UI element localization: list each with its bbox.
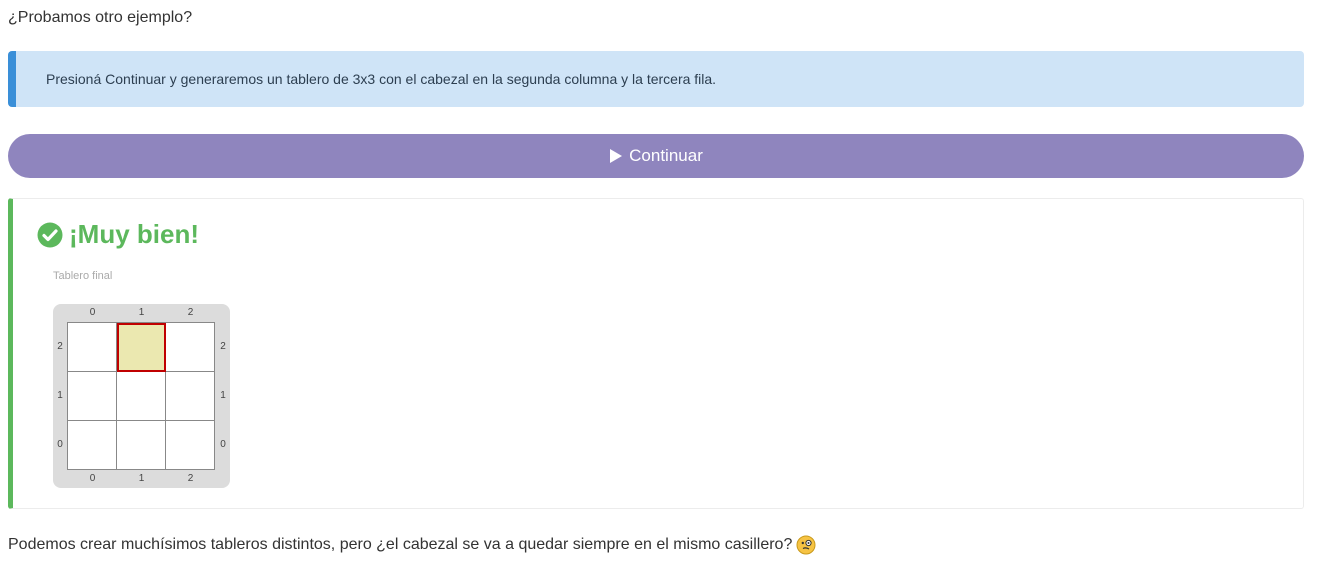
board-cell — [68, 323, 117, 372]
board-cell — [68, 372, 117, 421]
check-circle-icon — [37, 222, 63, 247]
board-caption: Tablero final — [53, 270, 113, 282]
board: 0 1 2 2 1 0 2 1 0 0 1 2 — [53, 304, 230, 488]
row-label-left: 2 — [57, 341, 63, 352]
outro-text-row: Podemos crear muchísimos tableros distin… — [8, 535, 816, 555]
board-cell — [117, 421, 166, 470]
play-icon — [610, 149, 623, 163]
column-label-bottom: 1 — [138, 473, 145, 484]
board-cell — [68, 421, 117, 470]
result-heading: ¡Muy bien! — [37, 219, 199, 250]
row-label-right: 0 — [220, 439, 226, 450]
row-label-left: 1 — [57, 390, 63, 401]
thinking-face-icon — [796, 535, 816, 555]
info-text: Presioná Continuar y generaremos un tabl… — [46, 71, 717, 87]
intro-text: ¿Probamos otro ejemplo? — [8, 9, 193, 26]
outro-text: Podemos crear muchísimos tableros distin… — [8, 536, 793, 553]
board-cell-head — [117, 323, 166, 372]
column-label-top: 0 — [89, 307, 96, 318]
row-label-right: 2 — [220, 341, 226, 352]
board-cell — [166, 421, 215, 470]
continue-label: Continuar — [629, 146, 703, 165]
column-label-top: 2 — [187, 307, 194, 318]
board-cell — [166, 323, 215, 372]
column-label-bottom: 0 — [89, 473, 96, 484]
result-panel: ¡Muy bien! Tablero final 0 1 2 2 1 0 2 1… — [8, 198, 1304, 509]
row-label-left: 0 — [57, 439, 63, 450]
continue-button[interactable]: Continuar — [8, 134, 1304, 178]
board-grid — [67, 322, 215, 470]
result-title: ¡Muy bien! — [69, 219, 199, 249]
row-label-right: 1 — [220, 390, 226, 401]
info-callout: Presioná Continuar y generaremos un tabl… — [8, 51, 1304, 107]
board-cell — [117, 372, 166, 421]
board-cell — [166, 372, 215, 421]
column-label-bottom: 2 — [187, 473, 194, 484]
column-label-top: 1 — [138, 307, 145, 318]
